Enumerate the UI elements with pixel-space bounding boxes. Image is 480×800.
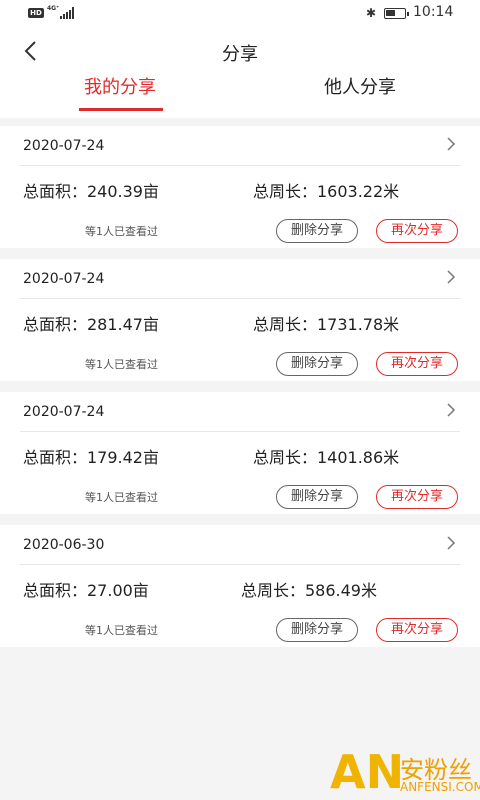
total-area: 总面积：179.42亩 (23, 448, 159, 467)
share-date: 2020-07-24 (23, 138, 105, 154)
delete-share-button[interactable]: 删除分享 (276, 219, 358, 243)
total-area: 总面积：27.00亩 (23, 581, 149, 600)
chevron-right-icon (447, 137, 456, 151)
battery-icon (384, 8, 409, 19)
viewed-count: 等1人已查看过 (85, 358, 158, 371)
tab-others-shares[interactable]: 他人分享 (290, 74, 430, 114)
delete-share-button[interactable]: 删除分享 (276, 352, 358, 376)
total-area: 总面积：240.39亩 (23, 182, 159, 201)
clock: 10:14 (413, 4, 454, 20)
delete-share-button[interactable]: 删除分享 (276, 618, 358, 642)
total-perimeter: 总周长：1731.78米 (253, 315, 400, 334)
share-list: 2020-07-24 总面积：240.39亩 总周长：1603.22米 等1人已… (0, 126, 480, 658)
total-perimeter: 总周长：1603.22米 (253, 182, 400, 201)
share-card[interactable]: 2020-07-24 总面积：179.42亩 总周长：1401.86米 等1人已… (0, 392, 480, 514)
reshare-button[interactable]: 再次分享 (376, 485, 458, 509)
viewed-count: 等1人已查看过 (85, 491, 158, 504)
hd-icon: HD (28, 8, 44, 18)
reshare-button[interactable]: 再次分享 (376, 618, 458, 642)
reshare-button[interactable]: 再次分享 (376, 219, 458, 243)
viewed-count: 等1人已查看过 (85, 624, 158, 637)
delete-share-button[interactable]: 删除分享 (276, 485, 358, 509)
share-date: 2020-07-24 (23, 271, 105, 287)
bluetooth-icon: ✱ (366, 6, 377, 20)
active-tab-indicator (79, 108, 163, 111)
share-date: 2020-07-24 (23, 404, 105, 420)
battery-level (386, 10, 396, 16)
watermark-en: ANFENSI.COM (400, 780, 480, 794)
app-header: 分享 我的分享 他人分享 (0, 28, 480, 118)
network-type-label: 4G⁺ (47, 5, 60, 12)
divider (20, 165, 460, 166)
share-card[interactable]: 2020-06-30 总面积：27.00亩 总周长：586.49米 等1人已查看… (0, 525, 480, 647)
chevron-right-icon (447, 270, 456, 284)
divider (20, 431, 460, 432)
total-perimeter: 总周长：586.49米 (241, 581, 377, 600)
signal-icon (60, 7, 74, 19)
share-card[interactable]: 2020-07-24 总面积：240.39亩 总周长：1603.22米 等1人已… (0, 126, 480, 248)
watermark-logo: AN 安粉丝 ANFENSI.COM (330, 748, 480, 800)
divider (20, 564, 460, 565)
share-date: 2020-06-30 (23, 537, 105, 553)
chevron-right-icon (447, 403, 456, 417)
divider (20, 298, 460, 299)
chevron-right-icon (447, 536, 456, 550)
status-bar: HD 4G⁺ ✱ 10:14 (0, 0, 480, 28)
reshare-button[interactable]: 再次分享 (376, 352, 458, 376)
total-area: 总面积：281.47亩 (23, 315, 159, 334)
share-card[interactable]: 2020-07-24 总面积：281.47亩 总周长：1731.78米 等1人已… (0, 259, 480, 381)
viewed-count: 等1人已查看过 (85, 225, 158, 238)
total-perimeter: 总周长：1401.86米 (253, 448, 400, 467)
page-title: 分享 (222, 44, 258, 65)
watermark-an: AN (330, 745, 405, 799)
